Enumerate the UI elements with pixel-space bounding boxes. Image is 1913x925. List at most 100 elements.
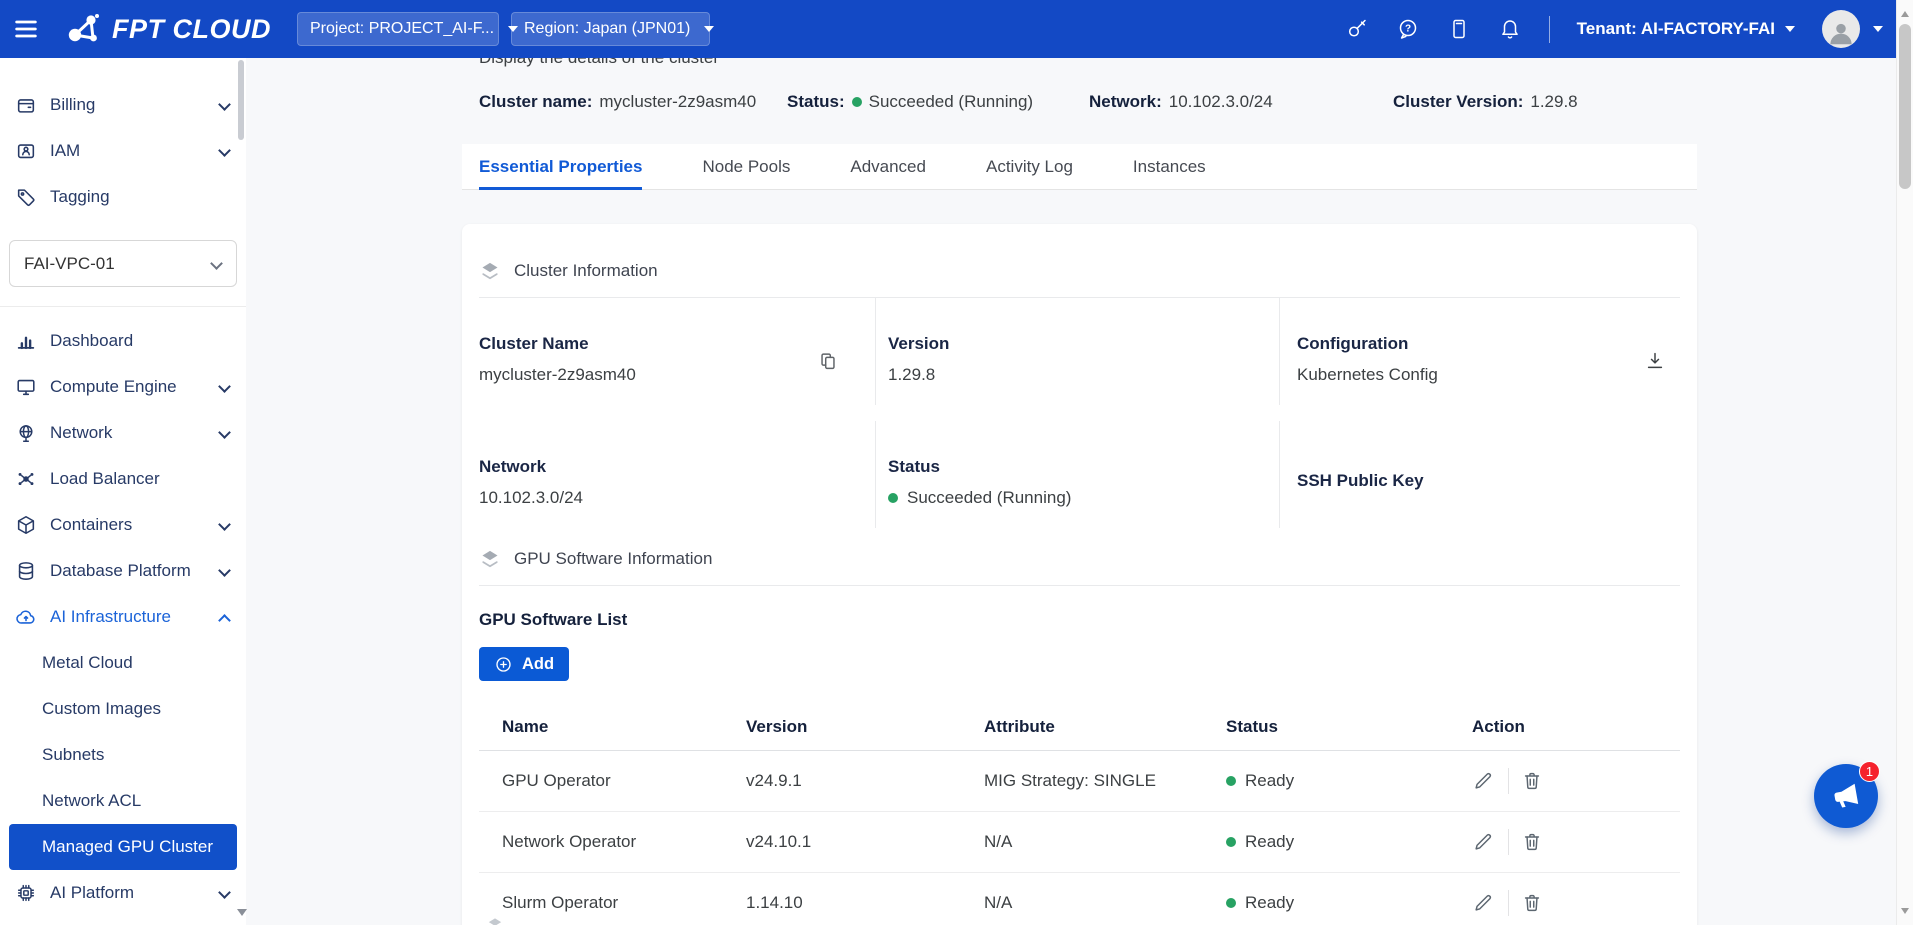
field-value: 10.102.3.0/24 <box>479 488 875 508</box>
sidebar-item-dashboard[interactable]: Dashboard <box>0 318 246 364</box>
sidebar-item-iam[interactable]: IAM <box>0 128 246 174</box>
delete-trash-icon[interactable] <box>1521 831 1543 853</box>
bell-icon[interactable] <box>1498 17 1522 41</box>
sidebar-item-label: AI Platform <box>50 883 218 903</box>
sidebar-item-label: Metal Cloud <box>42 653 133 673</box>
delete-trash-icon[interactable] <box>1521 770 1543 792</box>
chevron-down-icon <box>218 427 230 439</box>
sidebar-item-network[interactable]: Network <box>0 410 246 456</box>
sidebar-item-network-acl[interactable]: Network ACL <box>0 778 246 824</box>
sidebar-item-tagging[interactable]: Tagging <box>0 174 246 220</box>
sidebar-scrollbar[interactable] <box>237 58 245 925</box>
sidebar-item-ai-platform[interactable]: AI Platform <box>0 870 246 916</box>
summary-label: Status: <box>787 92 845 112</box>
cell-version: 1.14.10 <box>723 893 961 913</box>
tab-essential-properties[interactable]: Essential Properties <box>479 144 642 189</box>
cloud-icon <box>15 606 37 628</box>
chevron-down-icon <box>218 519 230 531</box>
sidebar-item-load-balancer[interactable]: Load Balancer <box>0 456 246 502</box>
caret-down-icon[interactable] <box>1873 26 1883 37</box>
clipboard-icon[interactable] <box>1447 17 1471 41</box>
sidebar-scroll-down-arrow-icon[interactable] <box>237 909 247 921</box>
sidebar-item-compute-engine[interactable]: Compute Engine <box>0 364 246 410</box>
region-selector[interactable]: Region: Japan (JPN01) <box>511 12 710 46</box>
table-row: GPU Operator v24.9.1 MIG Strategy: SINGL… <box>479 751 1680 812</box>
tab-label: Instances <box>1133 157 1206 177</box>
vpc-select[interactable]: FAI-VPC-01 <box>9 240 237 287</box>
layers-icon <box>479 548 501 570</box>
tenant-selector[interactable]: Tenant: AI-FACTORY-FAI <box>1577 19 1795 39</box>
cell-attribute: MIG Strategy: SINGLE <box>961 771 1203 791</box>
table-row: Network Operator v24.10.1 N/A Ready <box>479 812 1680 873</box>
chevron-up-icon <box>218 611 230 623</box>
summary-value: Succeeded (Running) <box>869 92 1033 112</box>
copy-icon[interactable] <box>817 350 839 372</box>
tenant-label: Tenant: AI-FACTORY-FAI <box>1577 19 1775 39</box>
sidebar-item-subnets[interactable]: Subnets <box>0 732 246 778</box>
sidebar-item-database-platform[interactable]: Database Platform <box>0 548 246 594</box>
sidebar-item-managed-gpu-cluster[interactable]: Managed GPU Cluster <box>9 824 237 870</box>
tab-instances[interactable]: Instances <box>1133 144 1206 189</box>
field-cluster-name: Cluster Name mycluster-2z9asm40 <box>479 298 875 405</box>
cell-name: Network Operator <box>479 832 723 852</box>
cluster-summary-row: Cluster name: mycluster-2z9asm40 Status:… <box>479 92 1896 118</box>
sidebar-item-containers[interactable]: Containers <box>0 502 246 548</box>
scroll-down-arrow-icon[interactable] <box>1901 908 1909 918</box>
tab-advanced[interactable]: Advanced <box>850 144 926 189</box>
key-icon[interactable] <box>1345 17 1369 41</box>
project-selector[interactable]: Project: PROJECT_AI-F... <box>297 12 499 46</box>
field-label: Configuration <box>1297 334 1680 354</box>
announcements-fab[interactable]: 1 <box>1814 764 1878 828</box>
column-header-version: Version <box>723 717 961 737</box>
edit-pencil-icon[interactable] <box>1472 831 1494 853</box>
sidebar-item-metal-cloud[interactable]: Metal Cloud <box>0 640 246 686</box>
table-row: Slurm Operator 1.14.10 N/A Ready <box>479 873 1680 925</box>
tab-label: Essential Properties <box>479 157 642 177</box>
summary-cluster-name: Cluster name: mycluster-2z9asm40 <box>479 92 756 112</box>
section-title: Cluster Information <box>514 261 658 281</box>
logo-molecule-icon <box>64 9 104 49</box>
field-value: mycluster-2z9asm40 <box>479 365 875 385</box>
action-divider <box>1508 768 1509 794</box>
essential-properties-card: Cluster Information Cluster Name myclust… <box>462 224 1697 925</box>
status-dot <box>888 493 898 503</box>
sidebar-item-billing[interactable]: Billing <box>0 82 246 128</box>
hamburger-menu-icon[interactable] <box>12 14 42 44</box>
avatar[interactable] <box>1822 10 1860 48</box>
sidebar-item-ai-infrastructure[interactable]: AI Infrastructure <box>0 594 246 640</box>
summary-status: Status: Succeeded (Running) <box>787 92 1033 112</box>
action-divider <box>1508 890 1509 916</box>
sidebar-item-label: Subnets <box>42 745 104 765</box>
tab-activity-log[interactable]: Activity Log <box>986 144 1073 189</box>
cluster-information-section-header: Cluster Information <box>479 224 1680 297</box>
column-header-status: Status <box>1203 717 1449 737</box>
caret-down-icon <box>704 26 714 37</box>
column-header-name: Name <box>479 717 723 737</box>
main-content: Display the details of the cluster Clust… <box>246 58 1896 925</box>
status-dot <box>852 97 862 107</box>
field-label: SSH Public Key <box>1297 471 1680 491</box>
field-ssh-public-key: SSH Public Key <box>1279 421 1680 528</box>
header-divider <box>1549 16 1550 43</box>
status-dot <box>1226 837 1236 847</box>
add-gpu-software-button[interactable]: Add <box>479 647 569 681</box>
support-icon[interactable]: ? <box>1396 17 1420 41</box>
edit-pencil-icon[interactable] <box>1472 770 1494 792</box>
sidebar-item-custom-images[interactable]: Custom Images <box>0 686 246 732</box>
sidebar: Billing IAM Tagging FAI-VPC-01 Dashboard… <box>0 58 246 925</box>
scroll-up-arrow-icon[interactable] <box>1901 7 1909 17</box>
vpc-select-value: FAI-VPC-01 <box>24 254 115 274</box>
notification-badge: 1 <box>1859 761 1880 782</box>
page-scrollbar-thumb[interactable] <box>1899 24 1911 189</box>
sidebar-scrollbar-thumb[interactable] <box>238 60 244 140</box>
delete-trash-icon[interactable] <box>1521 892 1543 914</box>
summary-label: Cluster name: <box>479 92 592 112</box>
download-icon[interactable] <box>1644 350 1666 372</box>
edit-pencil-icon[interactable] <box>1472 892 1494 914</box>
summary-value: 10.102.3.0/24 <box>1169 92 1273 112</box>
page-scrollbar[interactable] <box>1896 0 1913 925</box>
tab-node-pools[interactable]: Node Pools <box>702 144 790 189</box>
sidebar-item-label: Load Balancer <box>50 469 230 489</box>
section-divider <box>479 585 1680 586</box>
cell-status: Ready <box>1245 832 1294 852</box>
